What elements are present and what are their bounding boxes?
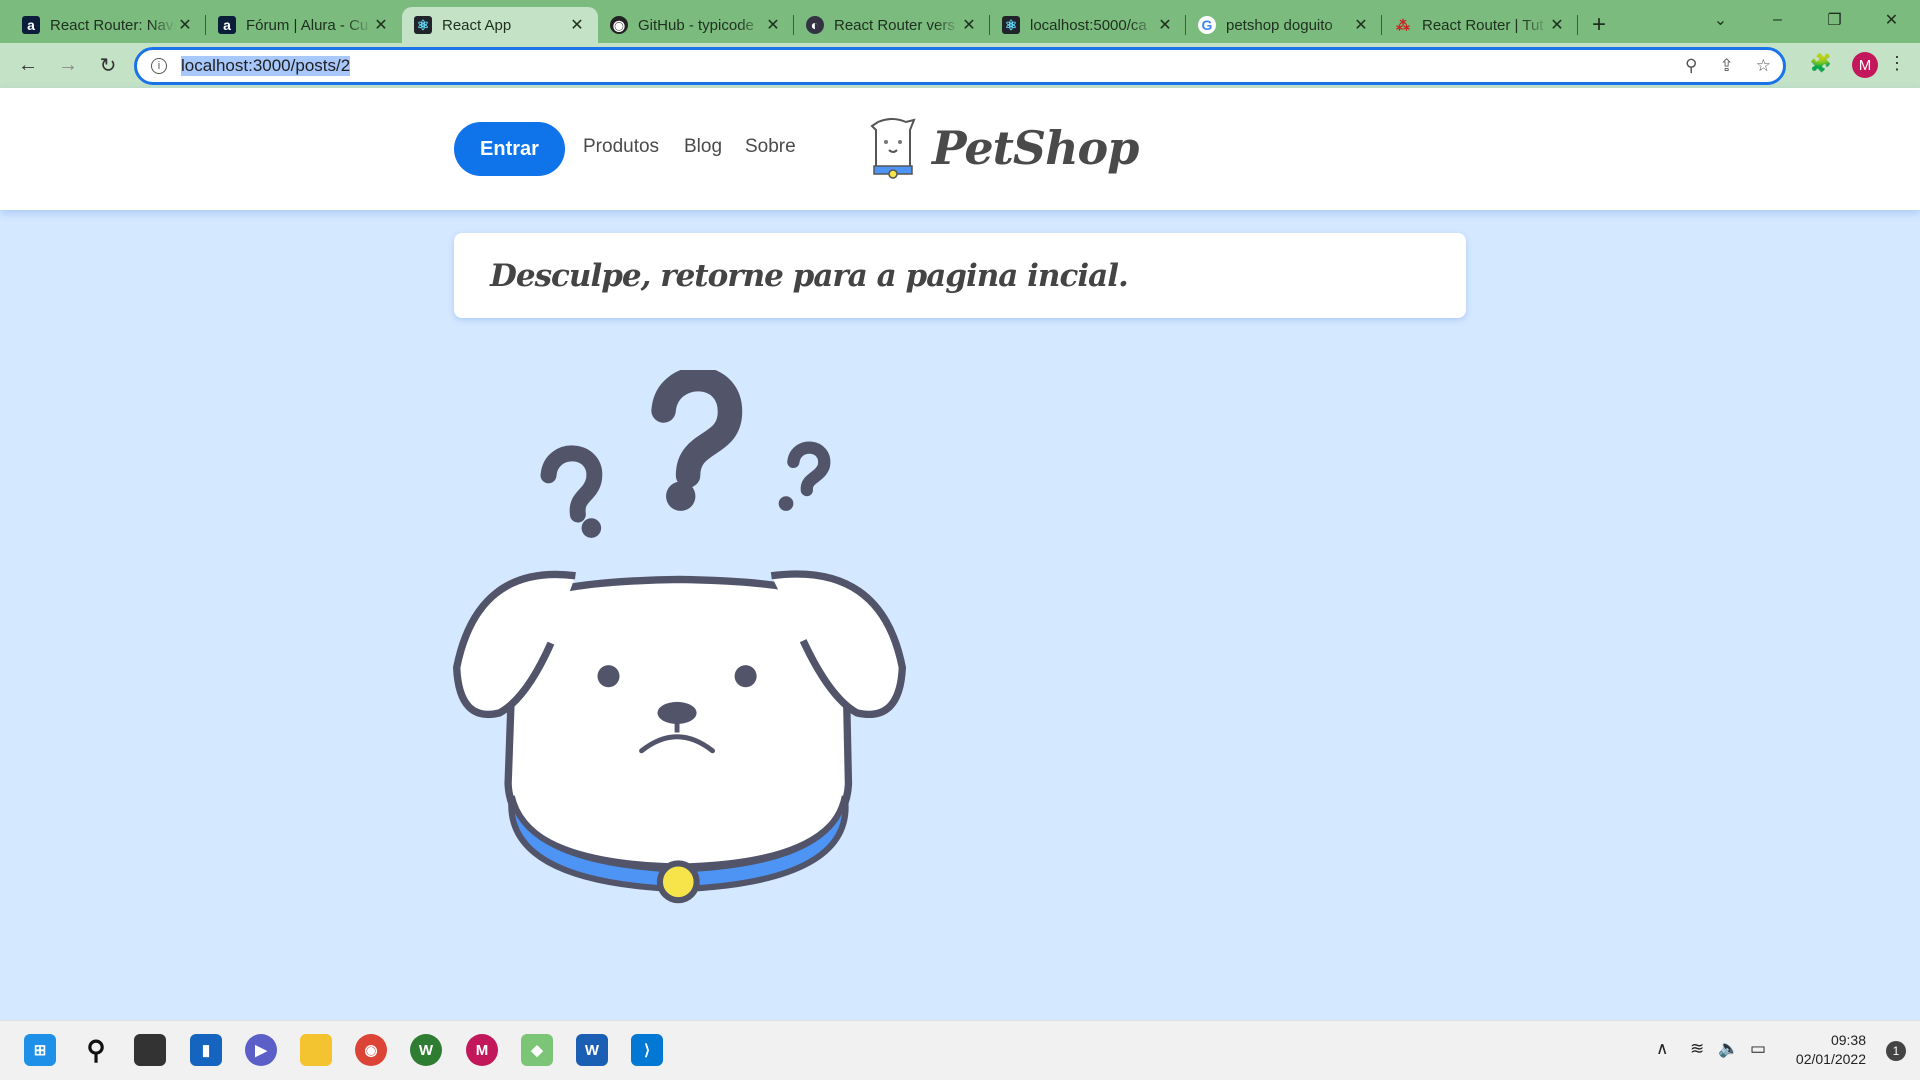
wifi-icon[interactable]: ≋ bbox=[1690, 1039, 1704, 1059]
share-icon[interactable]: ⇪ bbox=[1720, 56, 1734, 76]
minimize-button[interactable]: – bbox=[1749, 11, 1806, 29]
nav-link-produtos[interactable]: Produtos bbox=[583, 136, 659, 158]
notification-badge[interactable]: 1 bbox=[1886, 1041, 1906, 1061]
window-controls: ⌄ – ❐ ✕ bbox=[1692, 0, 1920, 40]
windows-start-icon[interactable]: ⊞ bbox=[24, 1034, 56, 1066]
tab[interactable]: Gpetshop doguito ✕ bbox=[1186, 7, 1382, 43]
react-router-icon: ◐ bbox=[806, 16, 824, 34]
close-tab-icon[interactable]: ✕ bbox=[1156, 15, 1174, 35]
vscode-icon[interactable]: ⟩ bbox=[631, 1034, 663, 1066]
tray-chevron-icon[interactable]: ∧ bbox=[1656, 1039, 1668, 1059]
time: 09:38 bbox=[1830, 1032, 1866, 1048]
alura-icon: a bbox=[218, 16, 236, 34]
kebab-menu-icon[interactable]: ⋮ bbox=[1888, 53, 1906, 74]
question-mark-large bbox=[651, 370, 742, 488]
react-icon: ⚛ bbox=[414, 16, 432, 34]
collar-tag bbox=[656, 860, 700, 904]
restore-button[interactable]: ❐ bbox=[1806, 10, 1863, 30]
volume-icon[interactable]: 🔈 bbox=[1718, 1039, 1739, 1059]
file-explorer-icon[interactable] bbox=[300, 1034, 332, 1066]
tab-active[interactable]: ⚛ React App ✕ bbox=[402, 7, 598, 43]
question-mark-left bbox=[540, 445, 603, 523]
brand-name: PetShop bbox=[932, 121, 1139, 175]
bookmark-star-icon[interactable]: ☆ bbox=[1756, 56, 1771, 76]
web-app-icon[interactable]: W bbox=[410, 1034, 442, 1066]
widgets-icon[interactable]: ▮ bbox=[190, 1034, 222, 1066]
github-icon: ◉ bbox=[610, 16, 628, 34]
taskbar: ⊞ ⚲ ▮ ▶ ◉ W M ◆ W ⟩ ∧ ≋ 🔈 ▭ 09:38 02/01/… bbox=[0, 1020, 1920, 1080]
search-icon[interactable]: ⚲ bbox=[80, 1034, 112, 1066]
error-message-card: Desculpe, retorne para a pagina incial. bbox=[454, 233, 1466, 318]
close-tab-icon[interactable]: ✕ bbox=[1352, 15, 1370, 35]
tab[interactable]: ⁂ React Router | Tut ✕ bbox=[1382, 7, 1578, 43]
sad-dog-illustration bbox=[453, 370, 906, 904]
clock[interactable]: 09:38 02/01/2022 bbox=[1796, 1031, 1866, 1069]
error-message: Desculpe, retorne para a pagina incial. bbox=[490, 257, 1129, 294]
extensions-icon[interactable]: 🧩 bbox=[1810, 53, 1832, 74]
google-icon: G bbox=[1198, 16, 1216, 34]
close-tab-icon[interactable]: ✕ bbox=[960, 15, 978, 35]
tab[interactable]: ◐ React Router vers ✕ bbox=[794, 7, 990, 43]
site-info-icon[interactable]: i bbox=[151, 58, 167, 74]
chrome-icon[interactable]: ◉ bbox=[355, 1034, 387, 1066]
word-icon[interactable]: W bbox=[576, 1034, 608, 1066]
site-header: Entrar Produtos Blog Sobre PetShop bbox=[0, 88, 1920, 210]
react-router-icon: ⁂ bbox=[1396, 16, 1410, 33]
alura-icon: a bbox=[22, 16, 40, 34]
kite-app-icon[interactable]: ◆ bbox=[521, 1034, 553, 1066]
close-window-button[interactable]: ✕ bbox=[1863, 10, 1920, 30]
tab[interactable]: a React Router: Nav ✕ bbox=[10, 7, 206, 43]
tab[interactable]: a Fórum | Alura - Cu ✕ bbox=[206, 7, 402, 43]
close-tab-icon[interactable]: ✕ bbox=[764, 15, 782, 35]
dog-logo-icon bbox=[870, 118, 916, 179]
react-icon: ⚛ bbox=[1002, 16, 1020, 34]
chrome-profile-icon[interactable]: M bbox=[466, 1034, 498, 1066]
forward-button[interactable]: → bbox=[48, 54, 88, 77]
profile-avatar[interactable]: M bbox=[1852, 52, 1878, 78]
close-tab-icon[interactable]: ✕ bbox=[372, 15, 390, 35]
nav-link-blog[interactable]: Blog bbox=[684, 136, 722, 158]
tab[interactable]: ⚛ localhost:5000/ca ✕ bbox=[990, 7, 1186, 43]
tab-bar: a React Router: Nav ✕ a Fórum | Alura - Cu ✕… bbox=[0, 0, 1920, 43]
address-bar[interactable]: i localhost:3000/posts/2 ⚲ ⇪ ☆ bbox=[134, 47, 1786, 85]
task-view-icon[interactable] bbox=[134, 1034, 166, 1066]
reload-button[interactable]: ↻ bbox=[88, 53, 128, 78]
login-button[interactable]: Entrar bbox=[454, 122, 565, 176]
question-mark-right bbox=[787, 441, 831, 497]
new-tab-button[interactable]: + bbox=[1592, 7, 1606, 43]
browser-toolbar: ← → ↻ i localhost:3000/posts/2 ⚲ ⇪ ☆ 🧩 M… bbox=[0, 43, 1920, 88]
zoom-icon[interactable]: ⚲ bbox=[1685, 56, 1697, 76]
date: 02/01/2022 bbox=[1795, 1051, 1866, 1067]
teams-chat-icon[interactable]: ▶ bbox=[245, 1034, 277, 1066]
close-tab-icon[interactable]: ✕ bbox=[568, 15, 586, 35]
back-button[interactable]: ← bbox=[8, 54, 48, 77]
close-tab-icon[interactable]: ✕ bbox=[176, 15, 194, 35]
url-text[interactable]: localhost:3000/posts/2 bbox=[181, 56, 351, 76]
nav-link-sobre[interactable]: Sobre bbox=[745, 136, 796, 158]
battery-icon[interactable]: ▭ bbox=[1750, 1039, 1766, 1059]
close-tab-icon[interactable]: ✕ bbox=[1548, 15, 1566, 35]
tab[interactable]: ◉ GitHub - typicode ✕ bbox=[598, 7, 794, 43]
logo[interactable]: PetShop bbox=[864, 116, 1139, 180]
tab-search-icon[interactable]: ⌄ bbox=[1692, 10, 1749, 30]
